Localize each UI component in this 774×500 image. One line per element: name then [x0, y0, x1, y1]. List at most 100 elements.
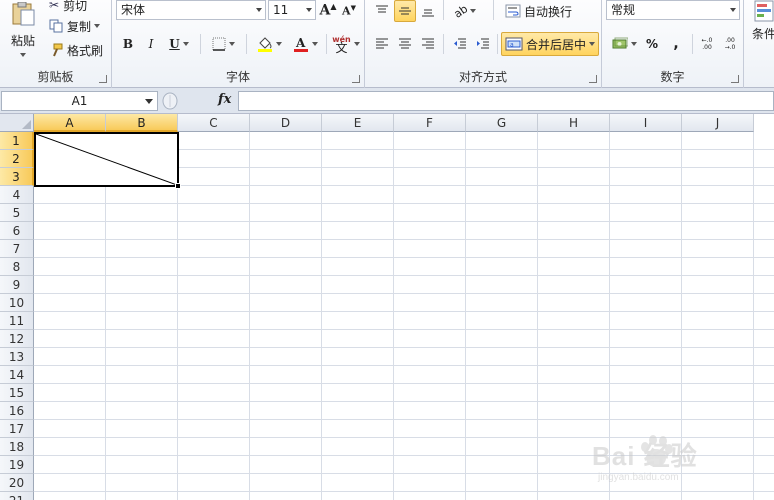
row-header-9[interactable]: 9 — [0, 276, 34, 294]
comma-style-button[interactable]: , — [666, 34, 686, 54]
row-header-2[interactable]: 2 — [0, 150, 34, 168]
decrease-decimal-button[interactable]: .00 →.0 — [719, 34, 741, 54]
phonetic-guide-button[interactable]: wén 文 — [330, 32, 362, 56]
number-format-dropdown-icon[interactable] — [730, 8, 736, 12]
paste-label: 粘贴 — [10, 33, 35, 48]
select-all-button[interactable] — [0, 114, 34, 132]
column-header-g[interactable]: G — [466, 114, 538, 132]
column-header-h[interactable]: H — [538, 114, 610, 132]
row-header-4[interactable]: 4 — [0, 186, 34, 204]
column-header-c[interactable]: C — [178, 114, 250, 132]
fill-color-button[interactable] — [252, 34, 286, 54]
insert-function-button[interactable]: fx — [218, 92, 231, 107]
formula-input[interactable] — [238, 91, 774, 111]
italic-button[interactable]: I — [141, 34, 161, 54]
row-header-18[interactable]: 18 — [0, 438, 34, 456]
name-box[interactable]: A1 — [1, 91, 158, 111]
row-header-17[interactable]: 17 — [0, 420, 34, 438]
decrease-indent-button[interactable] — [449, 34, 471, 54]
baidu-jingyan-watermark: Bai 经验 jingyan.baidu.com — [592, 432, 772, 492]
row-header-1[interactable]: 1 — [0, 132, 34, 150]
align-right-button[interactable] — [417, 34, 439, 54]
middle-align-button[interactable] — [394, 0, 416, 22]
row-header-5[interactable]: 5 — [0, 204, 34, 222]
clipboard-dialog-launcher-icon[interactable] — [99, 75, 107, 83]
watermark-brand: Bai 经验 — [592, 441, 698, 471]
paste-button[interactable]: 粘贴 — [4, 0, 42, 64]
clipboard-group: 粘贴 ✂ 剪切 复制 格式刷 剪贴板 — [0, 0, 112, 88]
orientation-button[interactable]: ab — [449, 0, 481, 22]
row-header-13[interactable]: 13 — [0, 348, 34, 366]
row-header-12[interactable]: 12 — [0, 330, 34, 348]
column-header-j[interactable]: J — [682, 114, 754, 132]
cut-button[interactable]: ✂ 剪切 — [46, 0, 90, 14]
increase-indent-button[interactable] — [472, 34, 494, 54]
row-header-11[interactable]: 11 — [0, 312, 34, 330]
decrease-font-size-button[interactable]: A▼ — [339, 0, 359, 20]
phonetic-dropdown-icon[interactable] — [353, 42, 360, 46]
wrap-text-button[interactable]: 自动换行 — [501, 0, 576, 22]
column-header-i[interactable]: I — [610, 114, 682, 132]
row-header-16[interactable]: 16 — [0, 402, 34, 420]
format-painter-button[interactable]: 格式刷 — [46, 41, 106, 59]
accounting-format-button[interactable] — [608, 34, 640, 54]
align-left-button[interactable] — [371, 34, 393, 54]
font-name-dropdown-icon[interactable] — [256, 8, 262, 12]
column-header-f[interactable]: F — [394, 114, 466, 132]
merge-center-dropdown-icon[interactable] — [589, 42, 596, 46]
font-color-dropdown-icon[interactable] — [311, 42, 318, 46]
copy-button[interactable]: 复制 — [46, 17, 103, 35]
fill-handle[interactable] — [175, 183, 181, 189]
row-header-15[interactable]: 15 — [0, 384, 34, 402]
merge-center-button[interactable]: a 合并后居中 — [501, 32, 600, 56]
fill-color-dropdown-icon[interactable] — [275, 42, 282, 46]
column-header-e[interactable]: E — [322, 114, 394, 132]
row-header-20[interactable]: 20 — [0, 474, 34, 492]
increase-decimal-button[interactable]: ←.0 .00 — [696, 34, 718, 54]
font-size-dropdown-icon[interactable] — [306, 8, 312, 12]
align-left-icon — [376, 38, 388, 49]
ribbon: 粘贴 ✂ 剪切 复制 格式刷 剪贴板 宋体 11 A▲ A▼ B I U A w… — [0, 0, 774, 88]
wrap-text-label: 自动换行 — [524, 4, 573, 19]
column-header-d[interactable]: D — [250, 114, 322, 132]
underline-dropdown-icon[interactable] — [182, 42, 189, 46]
underline-button[interactable]: U — [164, 34, 194, 54]
column-header-b[interactable]: B — [106, 114, 178, 132]
row-header-10[interactable]: 10 — [0, 294, 34, 312]
borders-dropdown-icon[interactable] — [228, 42, 235, 46]
row-header-8[interactable]: 8 — [0, 258, 34, 276]
top-align-button[interactable] — [371, 0, 393, 22]
conditional-formatting-button[interactable]: 条件 — [746, 0, 774, 48]
increase-font-size-button[interactable]: A▲ — [318, 0, 338, 20]
font-size-combo[interactable]: 11 — [268, 0, 316, 20]
align-center-button[interactable] — [394, 34, 416, 54]
font-color-button[interactable]: A — [288, 34, 322, 54]
number-dialog-launcher-icon[interactable] — [731, 75, 739, 83]
row-header-19[interactable]: 19 — [0, 456, 34, 474]
copy-dropdown-icon[interactable] — [94, 24, 101, 28]
alignment-dialog-launcher-icon[interactable] — [589, 75, 597, 83]
column-header-a[interactable]: A — [34, 114, 106, 132]
accounting-dropdown-icon[interactable] — [630, 42, 637, 46]
orientation-dropdown-icon[interactable] — [470, 9, 477, 13]
font-dialog-launcher-icon[interactable] — [352, 75, 360, 83]
row-header-3[interactable]: 3 — [0, 168, 34, 186]
merged-cell-a1-b3[interactable] — [34, 132, 179, 187]
formula-buttons: fx — [162, 91, 236, 111]
percent-style-button[interactable]: % — [642, 34, 662, 54]
formula-bar-splitter-icon[interactable] — [162, 91, 202, 111]
bold-button[interactable]: B — [118, 34, 138, 54]
number-format-combo[interactable]: 常规 — [606, 0, 740, 20]
comma-label: , — [673, 36, 679, 52]
alignment-separator — [497, 34, 498, 54]
bottom-align-button[interactable] — [417, 0, 439, 22]
font-name-combo[interactable]: 宋体 — [116, 0, 266, 20]
name-box-dropdown-icon[interactable] — [145, 99, 153, 104]
row-header-7[interactable]: 7 — [0, 240, 34, 258]
borders-button[interactable] — [206, 34, 240, 54]
row-header-6[interactable]: 6 — [0, 222, 34, 240]
wrap-text-icon — [505, 4, 521, 18]
row-header-14[interactable]: 14 — [0, 366, 34, 384]
row-header-21[interactable]: 21 — [0, 492, 34, 500]
paste-dropdown-icon[interactable] — [20, 52, 26, 57]
